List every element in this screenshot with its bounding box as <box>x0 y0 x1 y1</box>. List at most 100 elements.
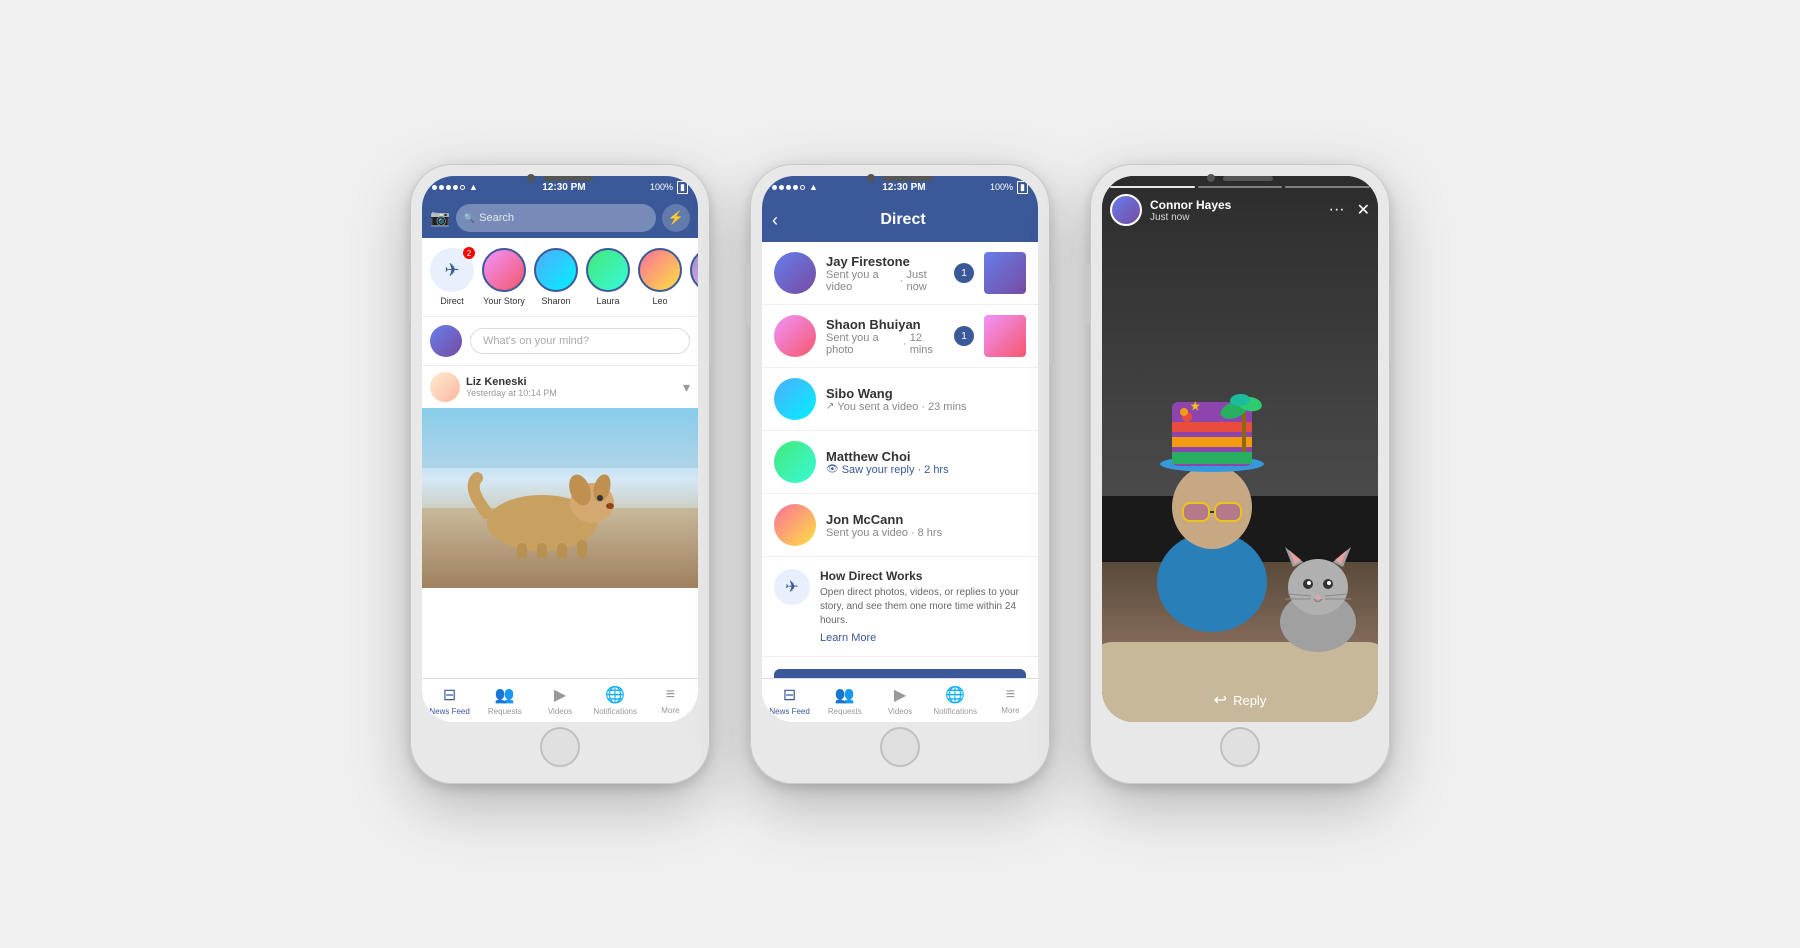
sibo-time: 23 mins <box>928 401 967 413</box>
story-more-button[interactable]: ··· <box>1329 201 1345 219</box>
shaon-time: 12 mins <box>910 332 944 356</box>
jay-subtitle: Sent you a video · Just now <box>826 269 944 293</box>
tab-notifications-1[interactable]: 🌐 Notifications <box>588 679 643 722</box>
more-label: More <box>661 706 679 715</box>
notifications-icon-2: 🌐 <box>945 685 965 705</box>
sharon-avatar <box>534 248 578 292</box>
story-asho[interactable]: Asho... <box>690 248 698 306</box>
phone-1-tabs: ⊟ News Feed 👥 Requests ▶ Videos 🌐 Notifi… <box>422 678 698 722</box>
story-user-header: Connor Hayes Just now ··· ✕ <box>1110 194 1370 226</box>
tab-more-2[interactable]: ≡ More <box>983 679 1038 722</box>
sibo-dot: · <box>921 401 925 413</box>
story-reply-bar[interactable]: ↩ Reply <box>1114 690 1366 710</box>
sibo-info: Sibo Wang ↗ You sent a video · 23 mins <box>826 386 1026 413</box>
phone-1-screen: ▲ 12:30 PM 100% ▮ 📷 🔍 Search ⚡ <box>422 176 698 722</box>
dog-svg <box>462 468 622 558</box>
story-your-story[interactable]: Your Story <box>482 248 526 306</box>
phone-1-nav: 📷 🔍 Search ⚡ <box>422 198 698 238</box>
story-close-button[interactable]: ✕ <box>1357 200 1370 220</box>
jon-name: Jon McCann <box>826 512 1026 527</box>
phone-2-top-bar <box>750 164 1050 192</box>
newsfeed-label-2: News Feed <box>769 707 809 716</box>
search-placeholder: Search <box>479 212 514 224</box>
story-user-avatar <box>1110 194 1142 226</box>
story-direct[interactable]: ✈ 2 Direct <box>430 248 474 306</box>
composer-input[interactable]: What's on your mind? <box>470 328 690 354</box>
phone-1-speaker <box>543 176 593 181</box>
send-photo-video-button[interactable]: 📷 Send Photo/Video <box>774 669 1026 678</box>
tab-newsfeed-1[interactable]: ⊟ News Feed <box>422 679 477 722</box>
shaon-badge: 1 <box>954 326 974 346</box>
notifications-label: Notifications <box>593 707 637 716</box>
learn-more-link[interactable]: Learn More <box>820 632 1026 644</box>
tab-newsfeed-2[interactable]: ⊟ News Feed <box>762 679 817 722</box>
requests-label: Requests <box>488 707 522 716</box>
reply-button[interactable]: ↩ Reply <box>1214 690 1267 710</box>
matthew-subtitle-text: Saw your reply <box>842 464 915 476</box>
requests-icon: 👥 <box>495 685 515 705</box>
asho-avatar <box>690 248 698 292</box>
phone-1: ▲ 12:30 PM 100% ▮ 📷 🔍 Search ⚡ <box>410 164 710 784</box>
tab-notifications-2[interactable]: 🌐 Notifications <box>928 679 983 722</box>
story-sharon[interactable]: Sharon <box>534 248 578 306</box>
dm-item-matthew[interactable]: Matthew Choi 👁 Saw your reply · 2 hrs <box>762 431 1038 494</box>
jon-avatar <box>774 504 816 546</box>
phone-1-bottom <box>422 722 698 772</box>
phone-2-nav: ‹ Direct <box>762 198 1038 242</box>
messenger-icon[interactable]: ⚡ <box>662 204 690 232</box>
story-laura[interactable]: Laura <box>586 248 630 306</box>
phone-3: Connor Hayes Just now ··· ✕ ↩ Reply <box>1090 164 1390 784</box>
p1-search-bar[interactable]: 🔍 Search <box>456 204 656 232</box>
home-button-3[interactable] <box>1220 727 1260 767</box>
stories-row: ✈ 2 Direct Your Story S <box>422 238 698 317</box>
post-card: Liz Keneski Yesterday at 10:14 PM ▾ <box>422 366 698 678</box>
progress-bar-3 <box>1285 186 1370 188</box>
reply-label: Reply <box>1233 693 1266 708</box>
sibo-avatar <box>774 378 816 420</box>
phone-2-speaker <box>883 176 933 181</box>
p1-camera-icon[interactable]: 📷 <box>430 208 450 228</box>
composer-avatar <box>430 325 462 357</box>
home-button-1[interactable] <box>540 727 580 767</box>
tab-requests-1[interactable]: 👥 Requests <box>477 679 532 722</box>
direct-badge: 2 <box>462 246 476 260</box>
progress-bar-1 <box>1110 186 1195 188</box>
phone-2: ▲ 12:30 PM 100% ▮ ‹ Direct Jay Fire <box>750 164 1050 784</box>
jay-info: Jay Firestone Sent you a video · Just no… <box>826 254 944 293</box>
asho-wrapper <box>690 248 698 292</box>
shaon-subtitle-text: Sent you a photo <box>826 332 900 356</box>
sibo-subtitle-text: You sent a video <box>837 401 918 413</box>
tab-videos-1[interactable]: ▶ Videos <box>532 679 587 722</box>
matthew-subtitle: 👁 Saw your reply · 2 hrs <box>826 464 1026 476</box>
story-progress-bars <box>1110 186 1370 188</box>
matthew-avatar <box>774 441 816 483</box>
phone-1-top-bar <box>410 164 710 192</box>
leo-avatar <box>638 248 682 292</box>
post-header: Liz Keneski Yesterday at 10:14 PM ▾ <box>422 366 698 408</box>
jay-dot: · <box>900 275 904 287</box>
post-expand-icon[interactable]: ▾ <box>683 379 690 396</box>
phone-3-bottom <box>1102 722 1378 772</box>
story-user-time: Just now <box>1150 212 1321 223</box>
post-composer[interactable]: What's on your mind? <box>422 317 698 366</box>
shaon-thumb <box>984 315 1026 357</box>
dm-item-shaon[interactable]: Shaon Bhuiyan Sent you a photo · 12 mins… <box>762 305 1038 368</box>
dm-item-sibo[interactable]: Sibo Wang ↗ You sent a video · 23 mins <box>762 368 1038 431</box>
dm-item-jay[interactable]: Jay Firestone Sent you a video · Just no… <box>762 242 1038 305</box>
more-icon-2: ≡ <box>1006 686 1015 704</box>
shaon-avatar <box>774 315 816 357</box>
videos-icon-2: ▶ <box>894 685 906 705</box>
tab-videos-2[interactable]: ▶ Videos <box>872 679 927 722</box>
newsfeed-icon-2: ⊟ <box>783 685 796 705</box>
story-leo[interactable]: Leo <box>638 248 682 306</box>
notifications-label-2: Notifications <box>933 707 977 716</box>
phone-3-camera <box>1207 174 1215 182</box>
your-story-wrapper <box>482 248 526 292</box>
tab-more-1[interactable]: ≡ More <box>643 679 698 722</box>
post-meta: Liz Keneski Yesterday at 10:14 PM <box>466 376 557 398</box>
home-button-2[interactable] <box>880 727 920 767</box>
story-user-name: Connor Hayes <box>1150 198 1321 212</box>
tab-requests-2[interactable]: 👥 Requests <box>817 679 872 722</box>
direct-title: Direct <box>778 211 1028 229</box>
dm-item-jon[interactable]: Jon McCann Sent you a video · 8 hrs <box>762 494 1038 557</box>
